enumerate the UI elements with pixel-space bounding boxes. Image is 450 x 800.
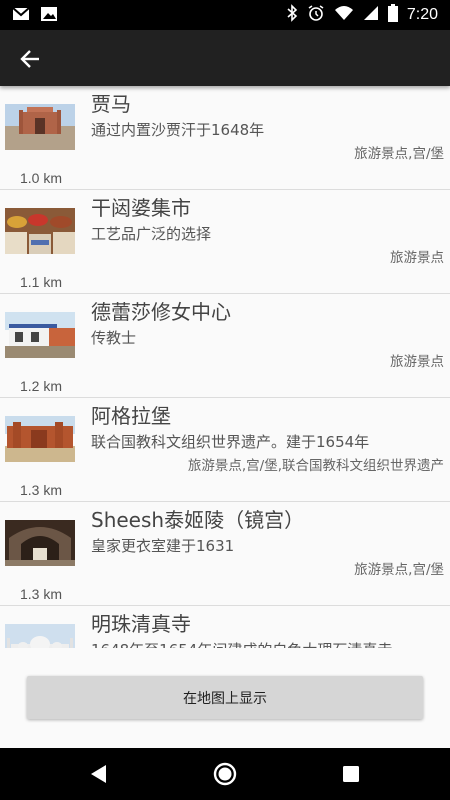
list-item[interactable]: 1.3 km Sheesh泰姬陵（镜宫） 皇家更衣室建于1631 旅游景点,宫/… xyxy=(0,502,450,606)
back-triangle-icon xyxy=(91,765,106,783)
place-category: 旅游景点,宫/堡 xyxy=(354,146,444,162)
list-item[interactable]: 1.3 km 阿格拉堡 联合国教科文组织世界遗产。建于1654年 旅游景点,宫/… xyxy=(0,398,450,502)
place-thumbnail xyxy=(5,208,75,254)
list-item[interactable]: 1.0 km 贾马 通过内置沙贾汗于1648年 旅游景点,宫/堡 xyxy=(0,86,450,190)
place-title: 德蕾莎修女中心 xyxy=(91,300,231,324)
alarm-icon xyxy=(307,4,325,26)
place-thumbnail xyxy=(5,520,75,566)
place-description: 传教士 xyxy=(91,329,137,347)
place-description: 联合国教科文组织世界遗产。建于1654年 xyxy=(91,433,370,451)
status-bar: 7:20 xyxy=(0,0,450,30)
list-item[interactable]: 1.1 km 干闼婆集市 工艺品广泛的选择 旅游景点 xyxy=(0,190,450,294)
place-title: 贾马 xyxy=(91,92,131,116)
bluetooth-icon xyxy=(286,4,298,26)
wifi-icon xyxy=(334,5,354,25)
place-thumbnail xyxy=(5,312,75,358)
recents-square-icon xyxy=(343,766,359,782)
place-title: 阿格拉堡 xyxy=(91,404,171,428)
place-thumbnail xyxy=(5,416,75,462)
place-distance: 1.1 km xyxy=(19,274,62,290)
place-description: 工艺品广泛的选择 xyxy=(91,225,212,243)
battery-icon xyxy=(387,4,398,26)
place-thumbnail xyxy=(5,104,75,150)
nav-recents-button[interactable] xyxy=(338,761,364,787)
place-thumbnail xyxy=(5,624,75,648)
place-description: 1648年至1654年间建成的白色大理石清真寺 xyxy=(91,639,442,648)
list-item[interactable]: 1.2 km 德蕾莎修女中心 传教士 旅游景点 xyxy=(0,294,450,398)
app-toolbar xyxy=(0,30,450,86)
places-list[interactable]: 1.0 km 贾马 通过内置沙贾汗于1648年 旅游景点,宫/堡 1.1 km … xyxy=(0,86,450,648)
home-circle-icon xyxy=(213,762,237,786)
place-description: 皇家更衣室建于1631 xyxy=(91,537,235,555)
back-button[interactable] xyxy=(18,46,44,72)
status-time: 7:20 xyxy=(406,6,438,23)
place-distance: 1.2 km xyxy=(19,378,62,394)
place-distance: 1.3 km xyxy=(19,586,62,602)
place-distance: 1.3 km xyxy=(19,482,62,498)
arrow-back-icon xyxy=(20,50,39,68)
place-title: 干闼婆集市 xyxy=(91,196,191,220)
nav-home-button[interactable] xyxy=(212,761,238,787)
list-item[interactable]: 明珠清真寺 1648年至1654年间建成的白色大理石清真寺 xyxy=(0,606,450,648)
place-title: 明珠清真寺 xyxy=(91,612,191,636)
place-distance: 1.0 km xyxy=(19,170,62,186)
show-on-map-button[interactable]: 在地图上显示 xyxy=(27,676,423,719)
system-nav-bar xyxy=(0,748,450,800)
place-category: 旅游景点 xyxy=(390,354,444,370)
place-category: 旅游景点,宫/堡 xyxy=(354,562,444,578)
place-category: 旅游景点 xyxy=(390,250,444,266)
gmail-icon xyxy=(12,6,30,26)
place-category: 旅游景点,宫/堡,联合国教科文组织世界遗产 xyxy=(187,458,444,474)
place-description: 通过内置沙贾汗于1648年 xyxy=(91,121,265,139)
place-title: Sheesh泰姬陵（镜宫） xyxy=(91,508,305,532)
nav-back-button[interactable] xyxy=(86,761,112,787)
signal-icon xyxy=(363,5,379,25)
photos-icon xyxy=(40,6,58,26)
